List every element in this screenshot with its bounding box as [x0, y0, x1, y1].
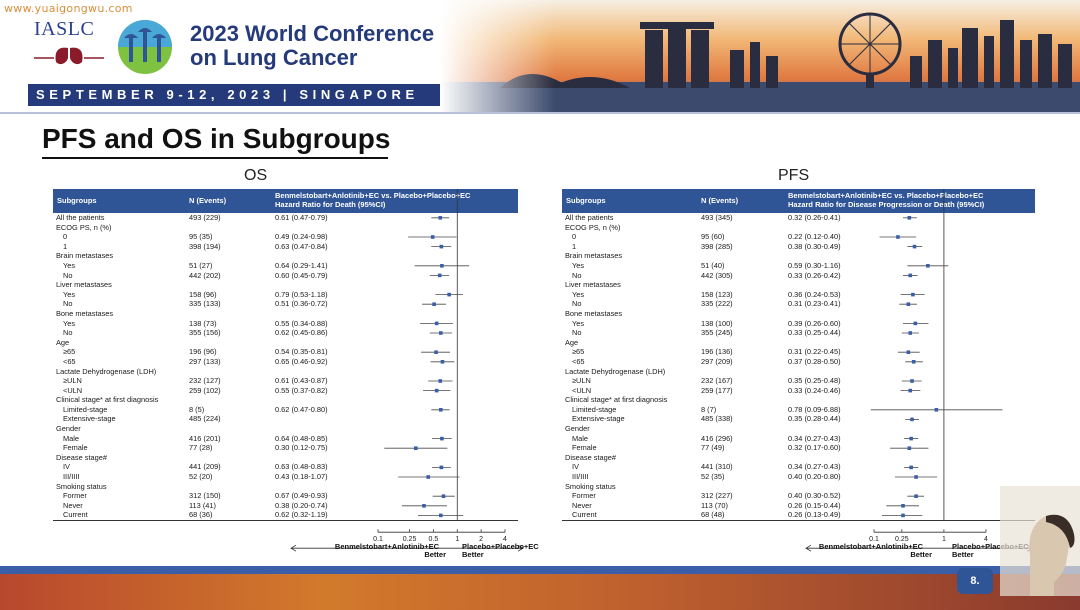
footer-blue-stripe	[0, 566, 1080, 574]
os-header-hr: Hazard Ratio for Death (95%CI)	[275, 200, 386, 209]
pfs-hr-point	[909, 436, 913, 441]
singapore-gardens-logo	[118, 20, 172, 74]
os-table-rows: All the patients 493 (229) 0.61 (0.47-0.79…	[53, 189, 524, 552]
pfs-hr-point	[908, 273, 913, 278]
pfs-hr-point	[908, 388, 913, 393]
pfs-hr-point	[911, 292, 915, 297]
pfs-panel-title: PFS	[778, 167, 810, 184]
pfs-header-n: N (Events)	[701, 196, 739, 205]
os-hr-point	[437, 273, 442, 278]
pfs-left-favor-label: Benmelstobart+Anlotinib+EC Better	[806, 543, 936, 559]
os-right-favor-label: Placebo+Placebo+EC Better	[462, 543, 558, 559]
os-forest-table: Subgroups N (Events) Benmelstobart+Anlot…	[53, 189, 524, 552]
watermark-text: www.yuaigongwu.com	[4, 2, 133, 15]
os-hr-point	[439, 408, 443, 412]
pfs-hr-point	[901, 513, 905, 518]
os-hr-point	[439, 513, 443, 518]
os-hr-point	[434, 388, 439, 393]
os-hr-point	[439, 244, 444, 249]
pfs-hr-point	[914, 494, 918, 498]
pfs-table-rows: All the patients 493 (345) 0.32 (0.26-0.41…	[562, 189, 1035, 552]
os-hr-point	[441, 494, 446, 498]
os-hr-point	[438, 216, 443, 220]
pfs-table-header: Subgroups N (Events) Benmelstobart+Anlot…	[562, 189, 1035, 213]
pfs-hr-point	[908, 331, 913, 335]
header-divider	[0, 112, 1080, 114]
pfs-forest-plot: 0.1 0.25 1 4	[805, 189, 1033, 552]
os-header-subgroups: Subgroups	[57, 196, 97, 205]
os-x-tick-label: 1	[455, 536, 459, 543]
pfs-hr-point	[934, 408, 939, 412]
conference-header: www.yuaigongwu.com IASLC 2023 World Conf…	[0, 0, 1080, 112]
os-hr-point	[426, 475, 431, 479]
pfs-hr-point	[907, 446, 912, 450]
pfs-hr-point	[911, 360, 916, 364]
os-hr-point	[430, 235, 435, 239]
pfs-hr-point	[914, 475, 918, 479]
os-right-favor-line2: Better	[462, 550, 484, 559]
pfs-hr-point	[910, 379, 914, 383]
os-hr-point	[440, 436, 444, 441]
pfs-hr-point	[906, 350, 911, 354]
pfs-hr-point	[901, 504, 905, 508]
pfs-hr-point	[907, 216, 912, 220]
conference-title-line1: 2023 World Conference	[190, 21, 435, 46]
pfs-header-subgroups: Subgroups	[566, 196, 606, 205]
os-panel-title: OS	[244, 167, 268, 184]
os-table-header: Subgroups N (Events) Benmelstobart+Anlot…	[53, 189, 518, 213]
os-hr-point	[414, 446, 418, 450]
pfs-header-hr: Hazard Ratio for Disease Progression or …	[788, 200, 985, 209]
slide-title: PFS and OS in Subgroups	[42, 123, 391, 154]
os-hr-point	[434, 321, 439, 326]
pfs-hr-point	[926, 264, 930, 268]
os-hr-point	[439, 331, 443, 335]
page-number-badge: 8.	[957, 568, 993, 594]
conference-title: 2023 World Conference on Lung Cancer	[190, 22, 434, 70]
os-hr-point	[440, 360, 445, 364]
conference-title-line2: on Lung Cancer	[190, 45, 358, 70]
os-hr-point	[440, 264, 444, 268]
pfs-hr-point	[906, 302, 911, 306]
pfs-x-tick-label: 1	[942, 536, 946, 543]
os-hr-point	[434, 350, 438, 354]
title-underline	[42, 157, 388, 159]
os-hr-point	[438, 379, 443, 383]
date-location-band: SEPTEMBER 9-12, 2023 | SINGAPORE	[28, 84, 440, 106]
os-forest-plot: 0.1 0.25 0.5 1 2 4	[290, 189, 524, 552]
pfs-left-favor-line2: Better	[910, 550, 932, 559]
os-hr-point	[432, 302, 436, 306]
os-hr-point	[422, 504, 426, 508]
os-left-favor-label: Benmelstobart+Anlotinib+EC Better	[322, 543, 452, 559]
os-left-favor-line2: Better	[424, 550, 446, 559]
pfs-hr-point	[913, 321, 918, 326]
os-header-n: N (Events)	[189, 196, 227, 205]
pfs-hr-point	[909, 465, 913, 470]
pfs-hr-point	[912, 244, 917, 249]
speaker-video-thumbnail	[1000, 486, 1080, 596]
pfs-hr-point	[910, 417, 914, 422]
singapore-skyline-image	[440, 0, 1080, 112]
pfs-hr-point	[896, 235, 900, 239]
os-hr-point	[439, 465, 444, 470]
pfs-forest-table: Subgroups N (Events) Benmelstobart+Anlot…	[562, 189, 1035, 552]
os-hr-point	[447, 292, 451, 297]
lungs-icon	[34, 47, 104, 65]
